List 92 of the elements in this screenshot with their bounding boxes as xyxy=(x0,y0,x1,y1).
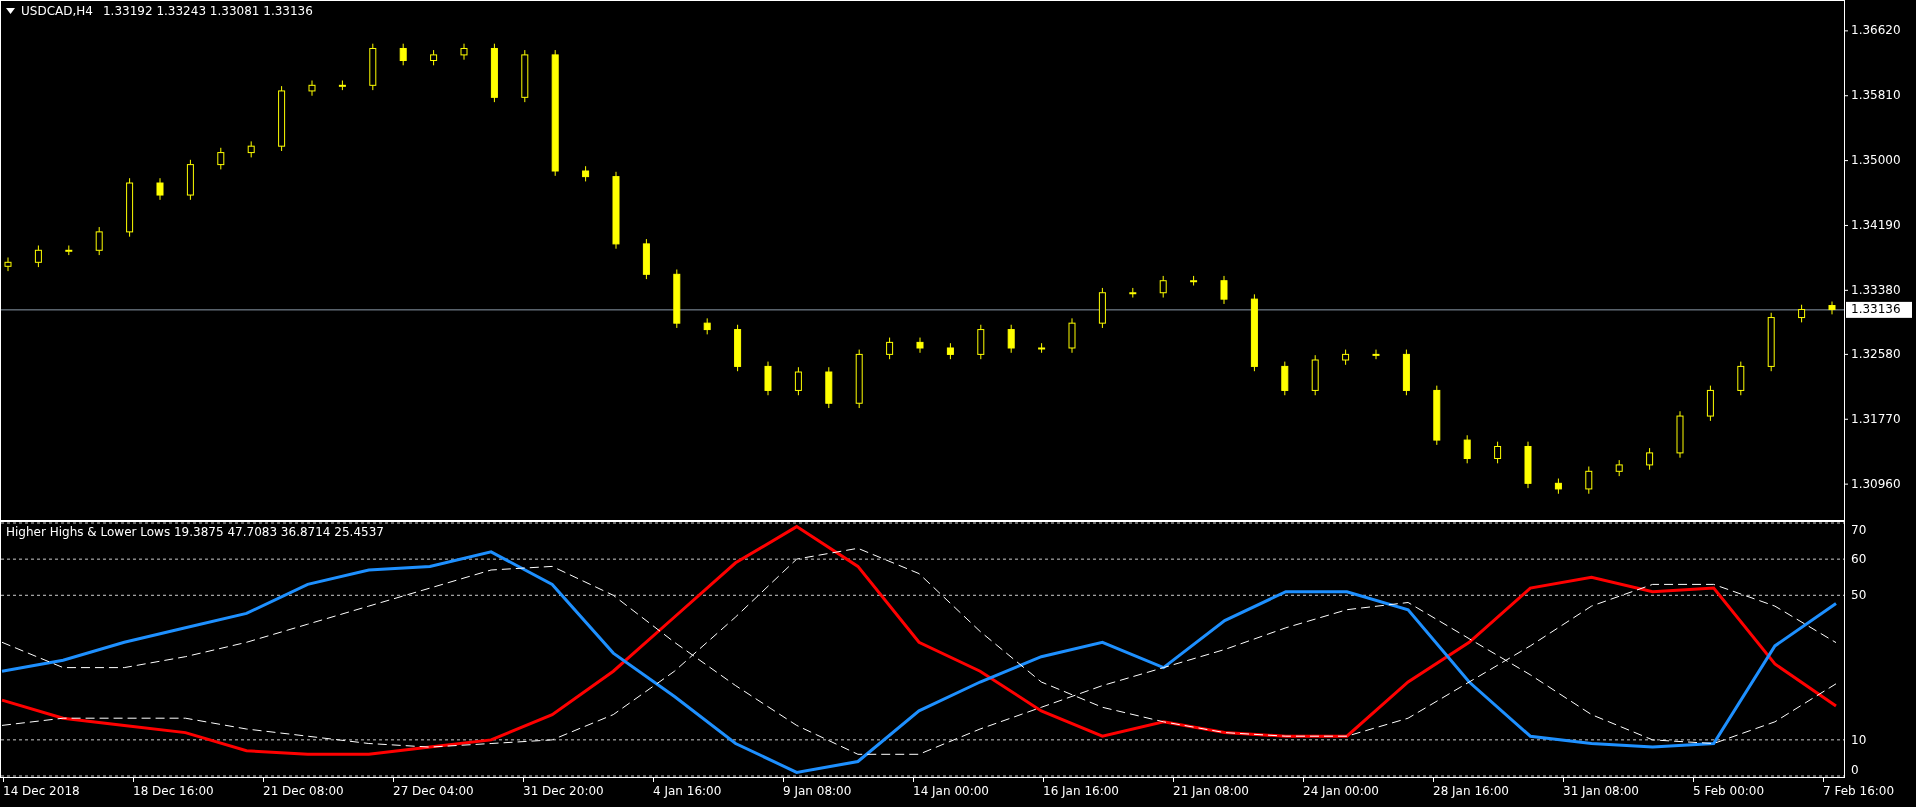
time-axis-label: 9 Jan 08:00 xyxy=(783,783,853,798)
indicator-title: Higher Highs & Lower Lows 19.3875 47.7083 36.8714 25.4537 xyxy=(6,525,384,539)
price-axis-label: 1.35000 xyxy=(1851,153,1901,168)
candlestick xyxy=(1706,385,1714,422)
candlestick xyxy=(1281,361,1289,396)
candlestick xyxy=(1342,349,1350,366)
candlestick xyxy=(1798,304,1806,323)
price-axis-label: 1.34190 xyxy=(1851,217,1901,232)
candlestick xyxy=(1615,459,1623,477)
candlestick xyxy=(855,349,863,409)
candlestick xyxy=(794,366,802,396)
candlestick xyxy=(1554,478,1562,495)
time-axis-label: 24 Jan 00:00 xyxy=(1303,783,1380,798)
time-axis-label: 31 Dec 20:00 xyxy=(523,783,605,798)
time-axis-label: 16 Jan 16:00 xyxy=(1043,783,1120,798)
time-axis-label: 4 Jan 16:00 xyxy=(653,783,723,798)
candlestick xyxy=(1828,301,1836,315)
candlestick xyxy=(338,80,346,91)
indicator-axis-label: 60 xyxy=(1851,552,1867,567)
candlestick xyxy=(247,140,255,158)
candlestick xyxy=(977,324,985,360)
dropdown-triangle-icon[interactable] xyxy=(6,8,15,14)
candlestick xyxy=(734,324,742,372)
candlestick xyxy=(825,366,833,409)
time-axis-label: 14 Jan 00:00 xyxy=(913,783,990,798)
candlestick xyxy=(399,43,407,66)
price-axis-label: 1.35810 xyxy=(1851,88,1901,103)
candlestick xyxy=(1038,342,1046,354)
time-axis-label: 7 Feb 16:00 xyxy=(1823,783,1896,798)
candlestick xyxy=(217,147,225,170)
time-axis-label: 21 Jan 08:00 xyxy=(1173,783,1250,798)
candlestick xyxy=(126,177,134,238)
price-axis-label: 1.31770 xyxy=(1851,411,1901,426)
candlestick xyxy=(703,317,711,335)
candlestick xyxy=(95,226,103,256)
candlestick xyxy=(186,159,194,201)
candlestick xyxy=(1737,361,1745,396)
candlestick xyxy=(1311,354,1319,396)
candlestick xyxy=(156,177,164,201)
candlestick xyxy=(916,337,924,354)
candlestick xyxy=(1007,324,1015,354)
candlestick xyxy=(1585,466,1593,495)
candlestick xyxy=(34,245,42,268)
candlestick xyxy=(764,361,772,396)
time-axis-label: 31 Jan 08:00 xyxy=(1563,783,1640,798)
candlestick xyxy=(1524,441,1532,489)
candlestick xyxy=(1494,441,1502,464)
candlestick xyxy=(521,49,529,103)
price-axis-label: 1.36620 xyxy=(1851,23,1901,38)
time-axis-label: 27 Dec 04:00 xyxy=(393,783,475,798)
candlestick xyxy=(1676,410,1684,459)
candlestick xyxy=(460,43,468,61)
candlestick xyxy=(1129,287,1137,299)
time-axis-label: 21 Dec 08:00 xyxy=(263,783,345,798)
candlestick xyxy=(1068,317,1076,354)
candlestick xyxy=(1433,385,1441,446)
candlestick xyxy=(1646,447,1654,471)
indicator-axis-label: 70 xyxy=(1851,523,1867,537)
candlestick xyxy=(1159,275,1167,299)
current-price-tag: 1.33136 xyxy=(1846,301,1912,318)
candlestick xyxy=(65,245,73,256)
indicator-axis-label: 10 xyxy=(1851,732,1867,747)
indicator-axis-label: 50 xyxy=(1851,588,1867,603)
price-axis-label: 1.33380 xyxy=(1851,282,1901,297)
candlestick xyxy=(430,49,438,66)
candlestick xyxy=(1767,312,1775,372)
candlestick xyxy=(4,257,12,272)
price-axis-label: 1.32580 xyxy=(1851,346,1901,361)
candlestick xyxy=(1098,287,1106,329)
quote-values: 1.33192 1.33243 1.33081 1.33136 xyxy=(102,4,313,18)
candlestick xyxy=(886,337,894,360)
candlestick xyxy=(369,43,377,91)
candlestick xyxy=(1220,275,1228,305)
candlestick xyxy=(1372,349,1380,360)
candlestick xyxy=(490,43,498,103)
time-axis-label: 18 Dec 16:00 xyxy=(133,783,215,798)
candlestick xyxy=(946,342,954,360)
candlestick xyxy=(642,238,650,280)
candlestick xyxy=(278,85,286,152)
ref-line-label: 1.33136 xyxy=(1851,302,1901,317)
time-axis-label: 14 Dec 2018 xyxy=(3,783,81,798)
candlestick xyxy=(1190,275,1198,287)
time-axis-label: 5 Feb 00:00 xyxy=(1693,783,1766,798)
candlestick xyxy=(673,269,681,329)
indicator-axis-label: 0 xyxy=(1851,763,1859,777)
candlestick xyxy=(1463,434,1471,464)
time-axis-label: 28 Jan 16:00 xyxy=(1433,783,1510,798)
candlestick xyxy=(308,80,316,97)
symbol-label: USDCAD,H4 xyxy=(21,4,93,18)
candlestick xyxy=(582,165,590,182)
candlestick xyxy=(1402,349,1410,396)
price-axis-label: 1.30960 xyxy=(1851,476,1901,491)
